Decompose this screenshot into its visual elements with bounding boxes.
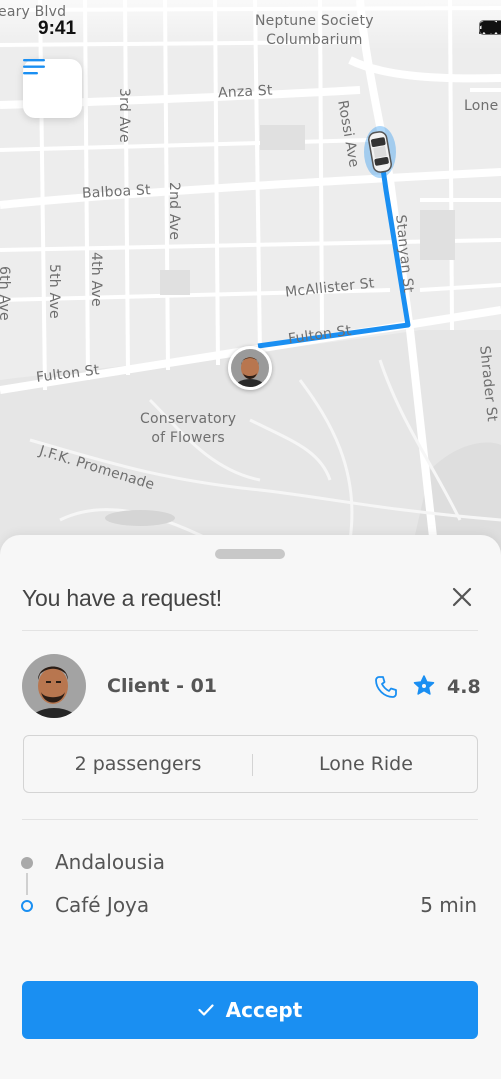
dropoff-location: Café Joya bbox=[55, 893, 150, 917]
map-label-6th-ave: 6th Ave bbox=[0, 266, 12, 321]
client-rating: 4.8 bbox=[447, 676, 481, 698]
close-icon bbox=[452, 587, 472, 607]
route-connector bbox=[26, 873, 28, 895]
menu-button[interactable] bbox=[23, 59, 82, 118]
map-label-lone: Lone bbox=[464, 98, 499, 114]
map-label-4th-ave: 4th Ave bbox=[88, 252, 104, 307]
check-icon bbox=[198, 1004, 214, 1016]
map-label-conservatory: Conservatory of Flowers bbox=[140, 411, 237, 446]
map-label-3rd-ave: 3rd Ave bbox=[116, 88, 132, 143]
close-button[interactable] bbox=[450, 585, 474, 609]
pickup-dot-icon bbox=[21, 857, 33, 869]
battery-icon bbox=[479, 20, 501, 35]
map-view[interactable]: eary Blvd Neptune Society Columbarium An… bbox=[0, 0, 501, 600]
passenger-count: 2 passengers bbox=[74, 753, 202, 775]
phone-icon[interactable] bbox=[374, 675, 398, 704]
divider bbox=[22, 819, 478, 820]
divider bbox=[22, 630, 478, 631]
menu-icon bbox=[23, 59, 45, 75]
request-sheet: You have a request! Client - 01 4.8 2 pa… bbox=[0, 535, 501, 1079]
dropoff-dot-icon bbox=[21, 900, 33, 912]
map-label-5th-ave: 5th Ave bbox=[46, 264, 62, 319]
map-label-neptune: Neptune Society Columbarium bbox=[255, 13, 374, 48]
client-avatar bbox=[22, 654, 86, 718]
map-label-2nd-ave: 2nd Ave bbox=[166, 182, 182, 241]
pickup-location: Andalousia bbox=[55, 850, 166, 874]
client-location-avatar[interactable] bbox=[228, 346, 272, 390]
request-title: You have a request! bbox=[22, 585, 222, 611]
client-name: Client - 01 bbox=[107, 675, 218, 697]
sheet-drag-handle[interactable] bbox=[215, 549, 285, 559]
star-icon bbox=[413, 675, 435, 702]
accept-button[interactable]: Accept bbox=[22, 981, 478, 1039]
status-time: 9:41 bbox=[38, 18, 77, 39]
ride-type: Lone Ride bbox=[319, 753, 413, 775]
map-label-anza: Anza St bbox=[217, 82, 273, 102]
accept-label: Accept bbox=[225, 998, 303, 1022]
eta-time: 5 min bbox=[420, 893, 477, 917]
ride-info-box: 2 passengers Lone Ride bbox=[23, 735, 478, 793]
